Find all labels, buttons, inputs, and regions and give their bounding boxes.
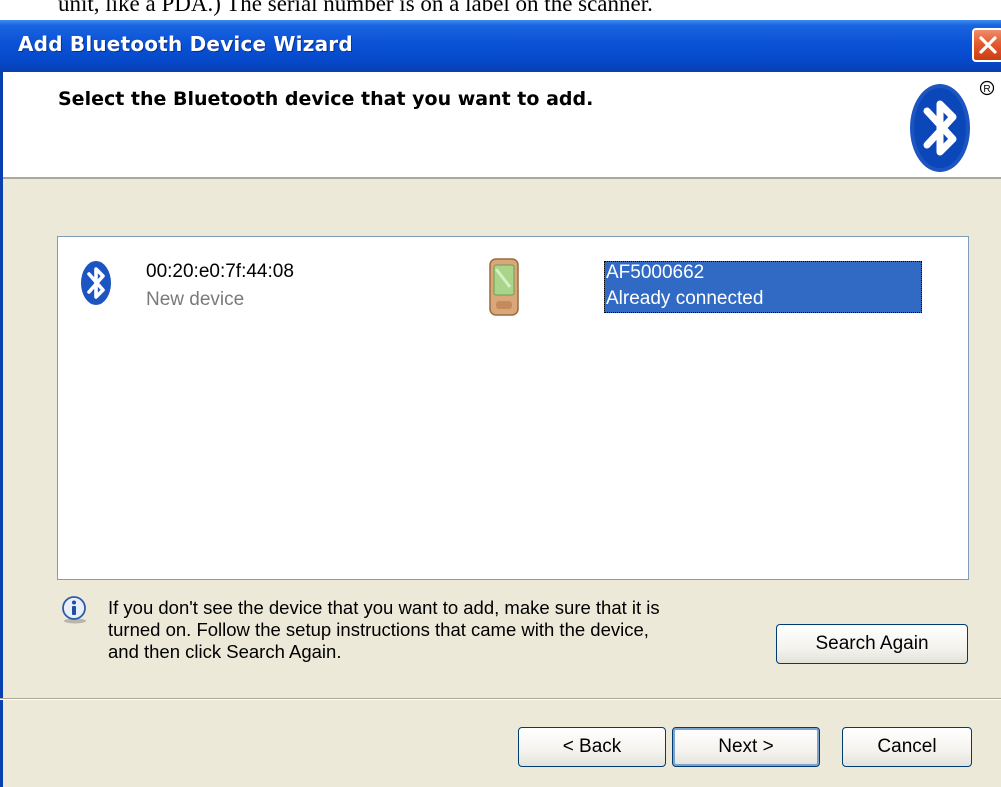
device-list[interactable]: 00:20:e0:7f:44:08 New device AF5000662 A… (57, 236, 969, 580)
next-label: Next > (718, 736, 774, 757)
info-icon (62, 596, 86, 624)
title-bar[interactable]: Add Bluetooth Device Wizard (0, 20, 1001, 72)
window-border (0, 72, 3, 787)
pda-icon (489, 258, 519, 316)
divider (0, 698, 1001, 700)
close-icon (979, 36, 997, 54)
list-item-bluetooth-device[interactable]: 00:20:e0:7f:44:08 New device (58, 237, 458, 317)
info-line: and then click Search Again. (108, 641, 342, 662)
window-title: Add Bluetooth Device Wizard (18, 32, 353, 56)
info-text: If you don't see the device that you wan… (108, 597, 768, 663)
bluetooth-device-icon (81, 261, 111, 305)
info-line: turned on. Follow the setup instructions… (108, 619, 649, 640)
page-title: Select the Bluetooth device that you wan… (58, 88, 594, 110)
cancel-button[interactable]: Cancel (842, 727, 972, 767)
device-name: AF5000662 (606, 262, 705, 283)
device-name: 00:20:e0:7f:44:08 (146, 261, 294, 282)
header-panel: Select the Bluetooth device that you wan… (0, 72, 1001, 179)
device-status: New device (146, 289, 245, 310)
bluetooth-logo-icon: R (910, 80, 995, 172)
info-line: If you don't see the device that you wan… (108, 597, 660, 618)
back-label: < Back (562, 736, 622, 757)
close-button[interactable] (972, 28, 1001, 62)
search-again-label: Search Again (815, 633, 929, 654)
next-button[interactable]: Next > (672, 727, 820, 767)
document-overflow-text: unit, like a PDA.) The serial number is … (58, 0, 653, 16)
search-again-button[interactable]: Search Again (776, 624, 968, 664)
back-button[interactable]: < Back (518, 727, 666, 767)
device-status: Already connected (606, 288, 764, 309)
wizard-window: Add Bluetooth Device Wizard Select the B… (0, 20, 1001, 787)
selected-device-label[interactable]: AF5000662 Already connected (604, 261, 922, 313)
svg-text:R: R (983, 84, 990, 95)
cancel-label: Cancel (877, 736, 937, 757)
